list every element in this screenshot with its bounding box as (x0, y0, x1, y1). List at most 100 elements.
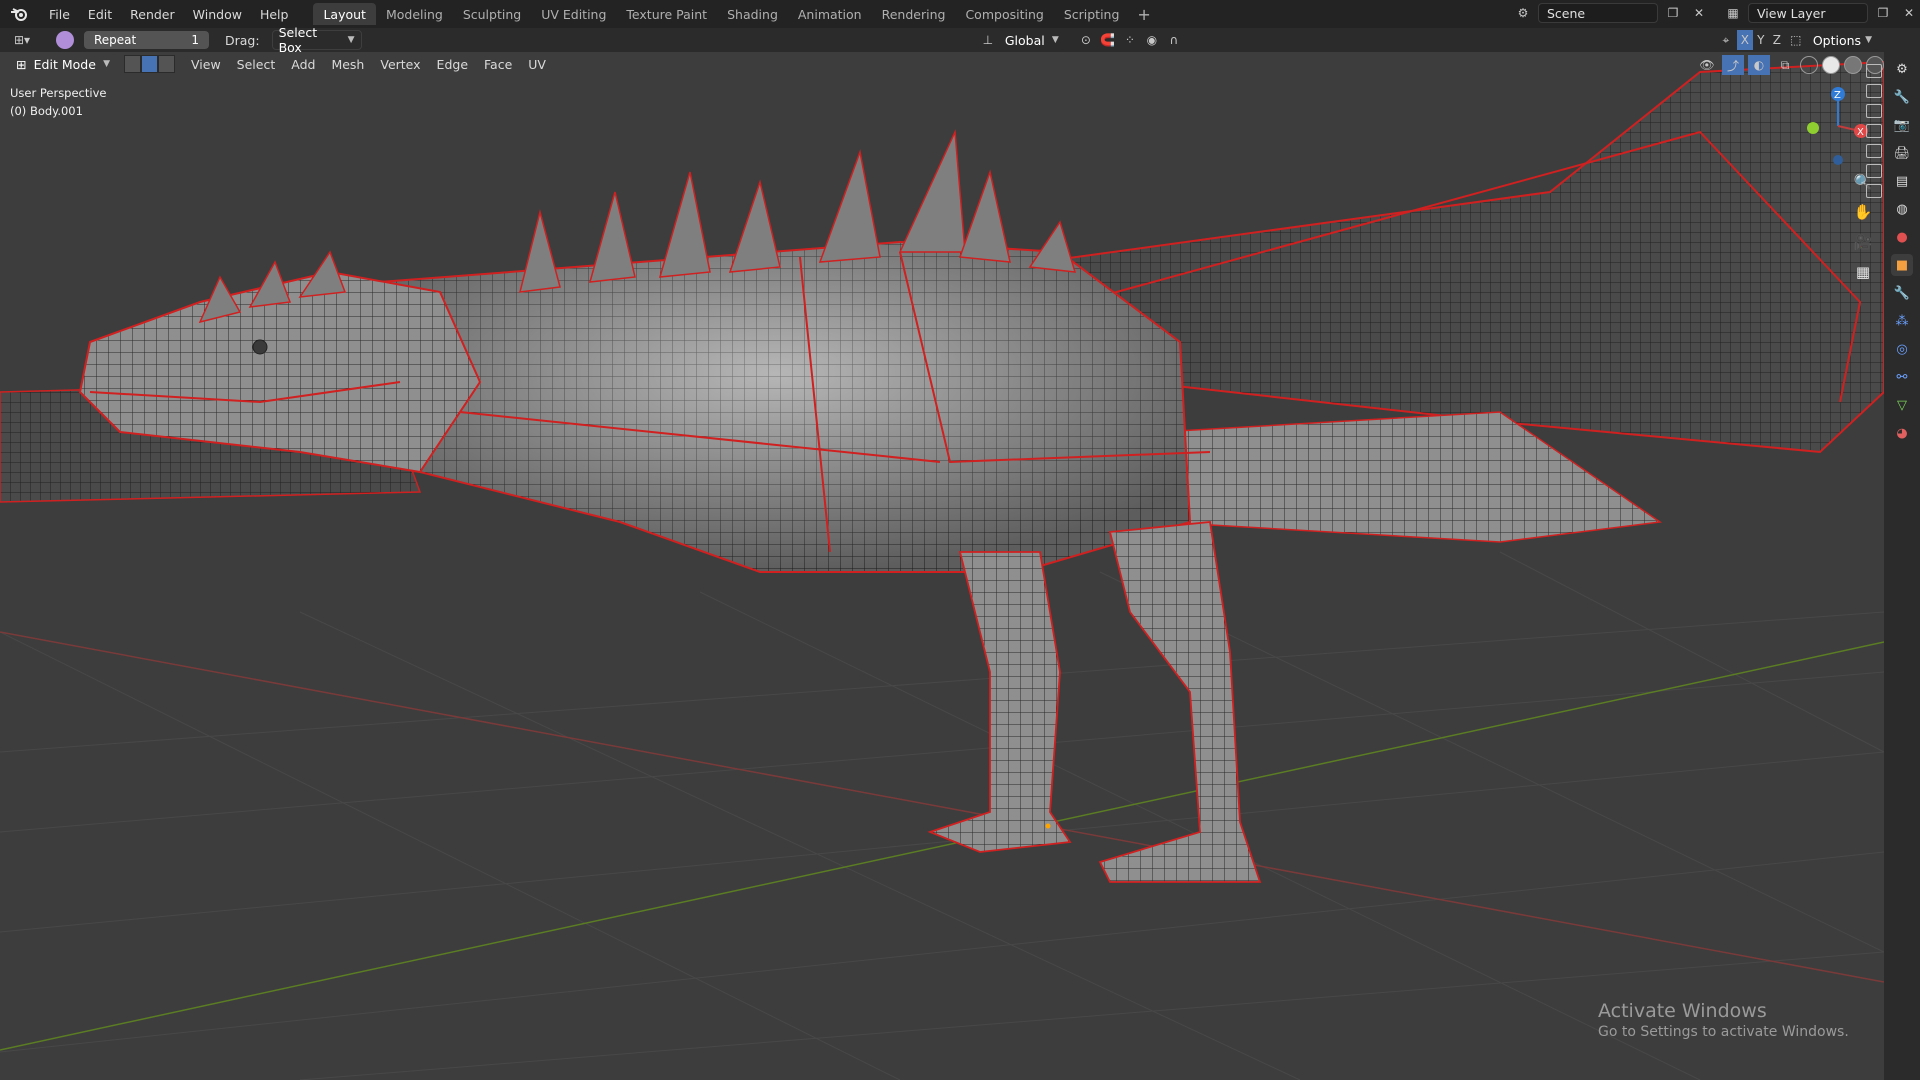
tab-sculpting[interactable]: Sculpting (453, 3, 531, 25)
close-scene-icon[interactable]: ✕ (1688, 3, 1710, 23)
axis-z-toggle[interactable]: Z (1769, 30, 1785, 50)
pivot-point-icon[interactable]: ⊙ (1075, 30, 1097, 50)
menu-select[interactable]: Select (229, 57, 284, 72)
scene-icon[interactable]: ⚙ (1512, 3, 1534, 23)
menu-edge[interactable]: Edge (429, 57, 476, 72)
gizmo-toggle-icon[interactable]: ⤴ (1722, 55, 1744, 75)
menu-help[interactable]: Help (251, 0, 298, 28)
mirror-icon[interactable]: ⌖ (1715, 30, 1737, 50)
render-icon[interactable]: 📷 (1891, 114, 1913, 136)
modifier-icon[interactable]: 🔧 (1891, 282, 1913, 304)
vertex-select-button[interactable] (124, 55, 141, 73)
wrench-tool-icon[interactable]: 🔧 (1891, 86, 1913, 108)
view-layer-field[interactable]: View Layer (1748, 3, 1868, 23)
object-props-icon[interactable]: ■ (1891, 254, 1913, 276)
axis-y-toggle[interactable]: Y (1753, 30, 1769, 50)
tab-uv-editing[interactable]: UV Editing (531, 3, 616, 25)
tab-modeling[interactable]: Modeling (376, 3, 453, 25)
gizmo-z-label: Z (1834, 90, 1841, 101)
ortho-grid-icon[interactable]: ▦ (1848, 257, 1878, 287)
tool-settings-icon[interactable]: ⚙ (1891, 58, 1913, 80)
camera-icon[interactable] (1866, 104, 1882, 118)
camera-icon[interactable] (1866, 184, 1882, 198)
wireframe-shading-button[interactable] (1800, 56, 1818, 74)
particles-icon[interactable]: ⁂ (1891, 310, 1913, 332)
drag-value: Select Box (278, 25, 318, 55)
menu-view[interactable]: View (183, 57, 229, 72)
menu-file[interactable]: File (40, 0, 79, 28)
proportional-edit-icon[interactable]: ◉ (1141, 30, 1163, 50)
constraints-icon[interactable]: ⚯ (1891, 366, 1913, 388)
output-icon[interactable]: 🖨 (1891, 142, 1913, 164)
camera-view-icon[interactable]: 🎥 (1848, 227, 1878, 257)
windows-activation-watermark: Activate Windows Go to Settings to activ… (1598, 1000, 1849, 1040)
menu-render[interactable]: Render (121, 0, 184, 28)
snap-target-icon[interactable]: ⁘ (1119, 30, 1141, 50)
scene-props-icon[interactable]: ◍ (1891, 198, 1913, 220)
drag-select[interactable]: Select Box ▼ (271, 25, 362, 55)
tab-compositing[interactable]: Compositing (955, 3, 1053, 25)
falloff-icon[interactable]: ∩ (1163, 30, 1185, 50)
menu-window[interactable]: Window (184, 0, 251, 28)
overlay-toggle-icon[interactable]: ◐ (1748, 55, 1770, 75)
snap-icon[interactable]: 🧲 (1097, 30, 1119, 50)
axis-x-toggle[interactable]: X (1736, 30, 1753, 50)
add-workspace-button[interactable]: + (1129, 5, 1158, 24)
tab-texture-paint[interactable]: Texture Paint (616, 3, 717, 25)
menu-uv[interactable]: UV (520, 57, 554, 72)
menu-mesh[interactable]: Mesh (323, 57, 372, 72)
mesh-data-icon[interactable]: ▽ (1891, 394, 1913, 416)
visibility-eye-icon[interactable]: 👁 (1696, 55, 1718, 75)
menu-vertex[interactable]: Vertex (372, 57, 428, 72)
tab-scripting[interactable]: Scripting (1054, 3, 1130, 25)
object-label: (0) Body.001 (10, 104, 83, 118)
mode-select[interactable]: ⊞ Edit Mode ▼ (10, 54, 116, 74)
tab-layout[interactable]: Layout (313, 3, 376, 25)
repeat-value: 1 (191, 33, 199, 47)
close-view-layer-icon[interactable]: ✕ (1898, 3, 1920, 23)
camera-icon[interactable] (1866, 144, 1882, 158)
options-label: Options (1812, 32, 1862, 48)
options-button[interactable]: Options ▼ (1806, 30, 1878, 50)
scene-name-field[interactable]: Scene (1538, 3, 1658, 23)
active-tool-icon[interactable] (56, 31, 74, 49)
workspace-tabs: Layout Modeling Sculpting UV Editing Tex… (313, 3, 1158, 25)
perspective-label: User Perspective (10, 86, 107, 100)
material-icon[interactable]: ◕ (1891, 422, 1913, 444)
tab-animation[interactable]: Animation (788, 3, 872, 25)
editor-type-icon[interactable]: ⊞▾ (8, 30, 36, 50)
chevron-down-icon: ▼ (347, 35, 355, 45)
view-layer-icon[interactable]: ▦ (1722, 3, 1744, 23)
xray-toggle-icon[interactable]: ⧉ (1774, 55, 1796, 75)
world-icon[interactable]: ● (1891, 226, 1913, 248)
3d-viewport[interactable]: Z X User Perspective (0) Body.001 🔍 ✋ 🎥 … (0, 52, 1884, 1080)
orientation-select[interactable]: Global ▼ (998, 30, 1065, 50)
tool-header: ⊞▾ Repeat 1 Drag: Select Box ▼ ⊥ Global ▼ … (0, 25, 1920, 55)
tab-shading[interactable]: Shading (717, 3, 788, 25)
menu-edit[interactable]: Edit (79, 0, 121, 28)
viewport-shading-controls: 👁 ⤴ ◐ ⧉ (1696, 55, 1884, 75)
camera-icon[interactable] (1866, 84, 1882, 98)
chevron-down-icon: ▼ (103, 59, 110, 69)
y-axis-line (0, 641, 1884, 1051)
menu-face[interactable]: Face (476, 57, 520, 72)
repeat-field[interactable]: Repeat 1 (84, 31, 209, 49)
new-view-layer-icon[interactable]: ❐ (1872, 3, 1894, 23)
origin-point (1045, 823, 1051, 829)
camera-icon[interactable] (1866, 124, 1882, 138)
blender-logo-icon[interactable] (8, 3, 30, 25)
physics-icon[interactable]: ◎ (1891, 338, 1913, 360)
pan-hand-icon[interactable]: ✋ (1848, 197, 1878, 227)
new-scene-icon[interactable]: ❐ (1662, 3, 1684, 23)
face-select-button[interactable] (158, 55, 175, 73)
solid-shading-button[interactable] (1822, 56, 1840, 74)
material-shading-button[interactable] (1844, 56, 1862, 74)
auto-merge-icon[interactable]: ⬚ (1785, 30, 1807, 50)
view-layer-props-icon[interactable]: ▤ (1891, 170, 1913, 192)
edge-select-button[interactable] (141, 55, 158, 73)
camera-icon[interactable] (1866, 164, 1882, 178)
tab-rendering[interactable]: Rendering (872, 3, 956, 25)
activate-title: Activate Windows (1598, 1000, 1767, 1022)
menu-add[interactable]: Add (283, 57, 323, 72)
camera-icon[interactable] (1866, 64, 1882, 78)
